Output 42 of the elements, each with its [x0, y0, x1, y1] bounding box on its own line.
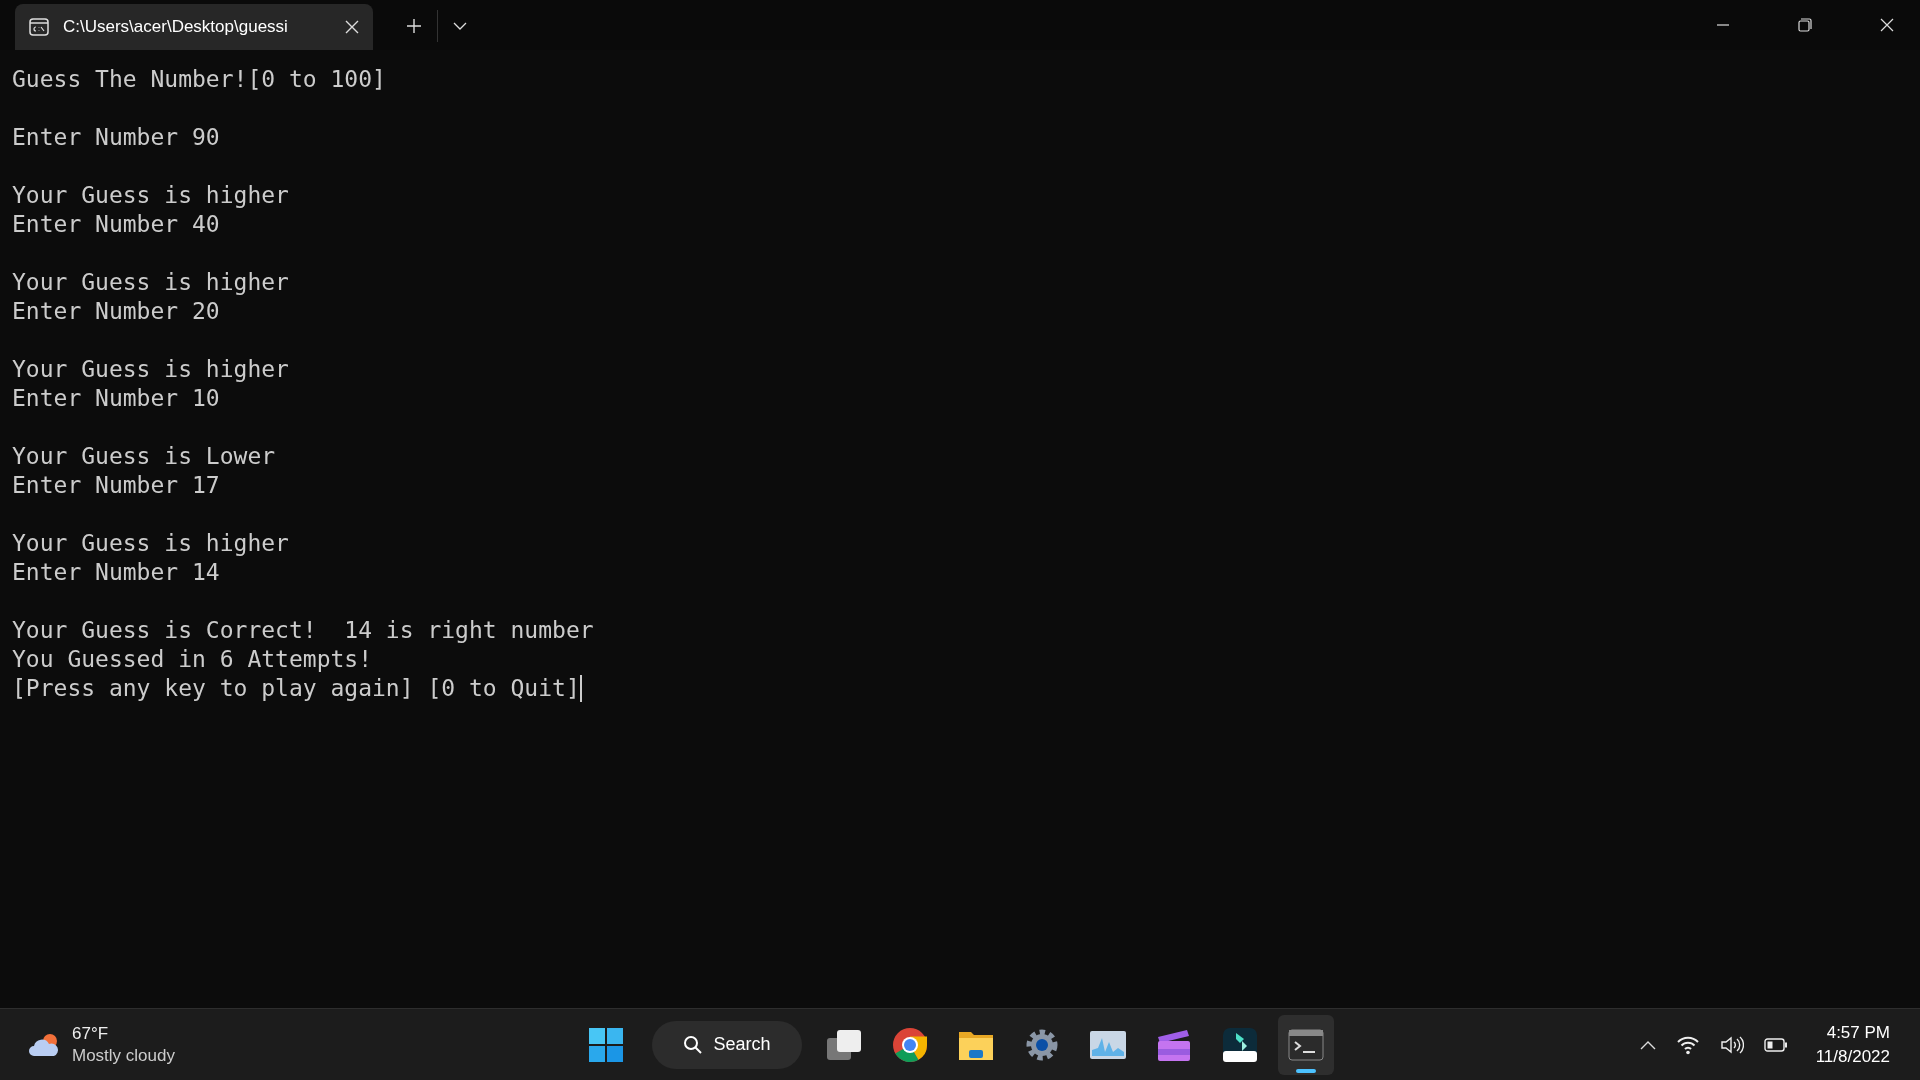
dropdown-icon[interactable] [453, 22, 467, 30]
performance-chart-icon [1089, 1029, 1127, 1060]
windows-start-icon[interactable] [588, 1026, 624, 1063]
console-line: Enter Number 90 [12, 123, 220, 152]
close-icon[interactable] [1880, 18, 1894, 32]
terminal-icon [1288, 1028, 1324, 1061]
console-line: Your Guess is higher [12, 181, 289, 210]
console-line: Enter Number 20 [12, 297, 220, 326]
console-line: You Guessed in 6 Attempts! [12, 645, 373, 674]
console-line: Guess The Number![0 to 100] [12, 65, 386, 94]
browser-icon [892, 1026, 928, 1063]
console-line: [Press any key to play again] [0 to Quit] [12, 674, 580, 703]
console-line: Your Guess is Correct! 14 is right number [12, 616, 594, 645]
close-tab-icon[interactable] [345, 20, 359, 34]
console-line: Enter Number 14 [12, 558, 220, 587]
console-line: Enter Number 17 [12, 471, 220, 500]
console-line: Your Guess is higher [12, 529, 289, 558]
weather-condition: Mostly cloudy [72, 1045, 175, 1066]
console-icon [29, 18, 49, 36]
terminal-tab[interactable]: C:\Users\acer\Desktop\guessi [15, 4, 373, 50]
speaker-icon[interactable] [1719, 1034, 1744, 1055]
text-cursor [579, 675, 582, 702]
battery-icon[interactable] [1763, 1037, 1788, 1052]
search-button[interactable]: Search [652, 1020, 802, 1069]
restore-icon[interactable] [1798, 18, 1812, 32]
taskbar-app[interactable] [1278, 1014, 1334, 1075]
console-line: Your Guess is Lower [12, 442, 276, 471]
cloud-icon[interactable] [28, 1031, 60, 1058]
console-line: Your Guess is higher [12, 355, 289, 384]
video-editor-icon [1222, 1026, 1258, 1063]
search-icon [683, 1034, 704, 1055]
console-line: Your Guess is higher [12, 268, 289, 297]
clock-time: 4:57 PM [1826, 1022, 1890, 1043]
clock[interactable]: 4:57 PM 11/8/2022 [1815, 1022, 1890, 1067]
console-line: Enter Number 40 [12, 210, 220, 239]
windows-stack-icon [825, 1027, 863, 1062]
new-tab-icon[interactable] [406, 18, 422, 34]
console-line: Enter Number 10 [12, 384, 220, 413]
clock-date: 11/8/2022 [1815, 1046, 1890, 1067]
chevron-up-icon[interactable] [1639, 1039, 1656, 1050]
temperature: 67°F [72, 1023, 110, 1044]
wifi-icon[interactable] [1675, 1034, 1700, 1055]
